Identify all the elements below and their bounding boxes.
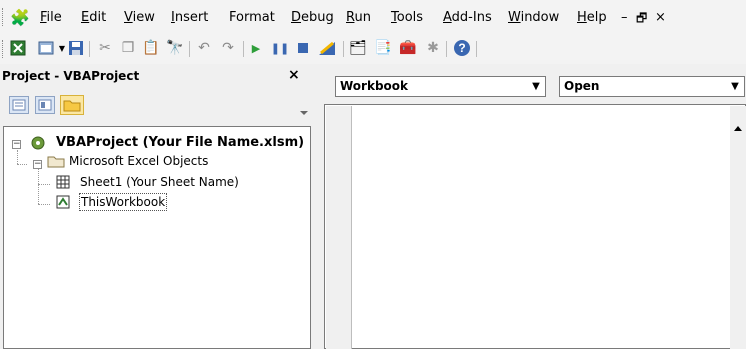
tree-node-thisworkbook[interactable]: ThisWorkbook	[79, 193, 168, 211]
view-code-icon	[12, 99, 26, 111]
tree-node-vbaproject[interactable]: VBAProject (Your File Name.xlsm)	[56, 135, 304, 151]
redo-icon[interactable]: ↷	[218, 38, 238, 58]
folder-icon	[47, 154, 65, 172]
project-explorer-title-bar: Project - VBAProject	[0, 66, 312, 86]
worksheet-icon	[55, 174, 71, 194]
view-object-icon	[38, 99, 52, 111]
collapse-toggle[interactable]: −	[12, 140, 21, 149]
toolbar-separator	[89, 41, 90, 57]
standard-toolbar: ▼ ✂ ❐ 📋 🔭 ↶ ↷ ▶ ❚❚ 🗂 📑 🧰 ✱ ?	[0, 34, 746, 64]
menu-format[interactable]: Format	[229, 10, 275, 26]
undo-icon[interactable]: ↶	[194, 38, 214, 58]
toolbar-separator	[189, 41, 190, 57]
folder-icon	[63, 100, 81, 112]
collapse-toggle[interactable]: −	[33, 160, 42, 169]
menu-add-ins[interactable]: Add-Ins	[443, 10, 492, 26]
run-icon[interactable]: ▶	[246, 38, 266, 58]
project-explorer-icon[interactable]: 🗂	[348, 38, 368, 58]
code-editor[interactable]	[324, 104, 746, 349]
menu-insert[interactable]: Insert	[171, 10, 208, 26]
vba-app-icon[interactable]: 🧩	[10, 8, 30, 27]
restore-button[interactable]: 🗗	[636, 10, 647, 26]
reset-icon[interactable]	[293, 38, 313, 58]
object-browser-icon[interactable]: 🧰	[398, 38, 418, 58]
find-icon[interactable]: 🔭	[165, 38, 185, 58]
close-button[interactable]: ×	[655, 10, 666, 26]
object-dropdown-value: Workbook	[340, 79, 409, 93]
tree-line	[17, 164, 27, 165]
project-explorer-close-button[interactable]: ×	[288, 68, 300, 82]
toggle-folders-button[interactable]	[60, 95, 84, 115]
svg-text:?: ?	[458, 41, 465, 55]
chevron-down-icon[interactable]: ▼	[726, 77, 744, 96]
menu-edit[interactable]: Edit	[81, 10, 106, 26]
tree-line	[38, 168, 39, 204]
minimize-button[interactable]: –	[621, 10, 628, 26]
menu-window[interactable]: Window	[508, 10, 559, 26]
paste-icon[interactable]: 📋	[141, 38, 161, 58]
toolbar-grip[interactable]	[2, 40, 6, 58]
toolbar-separator	[446, 41, 447, 57]
menubar-grip[interactable]	[2, 8, 6, 26]
toolbar-separator	[243, 41, 244, 57]
excel-icon[interactable]	[8, 38, 28, 58]
menu-file[interactable]: File	[40, 10, 62, 26]
menu-run[interactable]: Run	[346, 10, 371, 26]
menu-debug[interactable]: Debug	[291, 10, 334, 26]
procedure-dropdown[interactable]: Open ▼	[559, 76, 745, 97]
tree-node-sheet1[interactable]: Sheet1 (Your Sheet Name)	[80, 174, 239, 190]
tree-node-excel-objects[interactable]: Microsoft Excel Objects	[69, 153, 208, 169]
project-toolbar-overflow[interactable]	[299, 96, 308, 116]
view-object-button[interactable]	[35, 96, 55, 114]
procedure-dropdown-value: Open	[564, 79, 600, 93]
design-mode-icon[interactable]	[317, 38, 337, 58]
toolbox-icon[interactable]: ✱	[423, 38, 443, 58]
help-icon[interactable]: ?	[452, 38, 472, 58]
scroll-up-icon[interactable]	[730, 120, 746, 136]
tree-line	[17, 150, 18, 164]
properties-icon[interactable]: 📑	[373, 38, 393, 58]
vbaproject-icon	[30, 135, 46, 155]
workbook-icon	[55, 194, 71, 214]
menu-bar: 🧩 File Edit View Insert Format Debug Run…	[0, 0, 746, 34]
menu-view[interactable]: View	[124, 10, 155, 26]
tree-line	[38, 204, 50, 205]
project-explorer-title: Project - VBAProject	[2, 69, 140, 83]
vertical-scrollbar[interactable]	[730, 106, 746, 349]
code-margin[interactable]	[326, 106, 352, 349]
save-icon[interactable]	[66, 38, 86, 58]
object-dropdown[interactable]: Workbook ▼	[335, 76, 546, 97]
copy-icon[interactable]: ❐	[118, 38, 138, 58]
toolbar-separator	[476, 41, 477, 57]
chevron-down-icon[interactable]: ▼	[527, 77, 545, 96]
toolbar-separator	[343, 41, 344, 57]
menu-help[interactable]: Help	[577, 10, 607, 26]
cut-icon[interactable]: ✂	[95, 38, 115, 58]
break-icon[interactable]: ❚❚	[270, 38, 290, 58]
view-code-button[interactable]	[9, 96, 29, 114]
tree-line	[38, 184, 50, 185]
menu-tools[interactable]: Tools	[391, 10, 423, 26]
